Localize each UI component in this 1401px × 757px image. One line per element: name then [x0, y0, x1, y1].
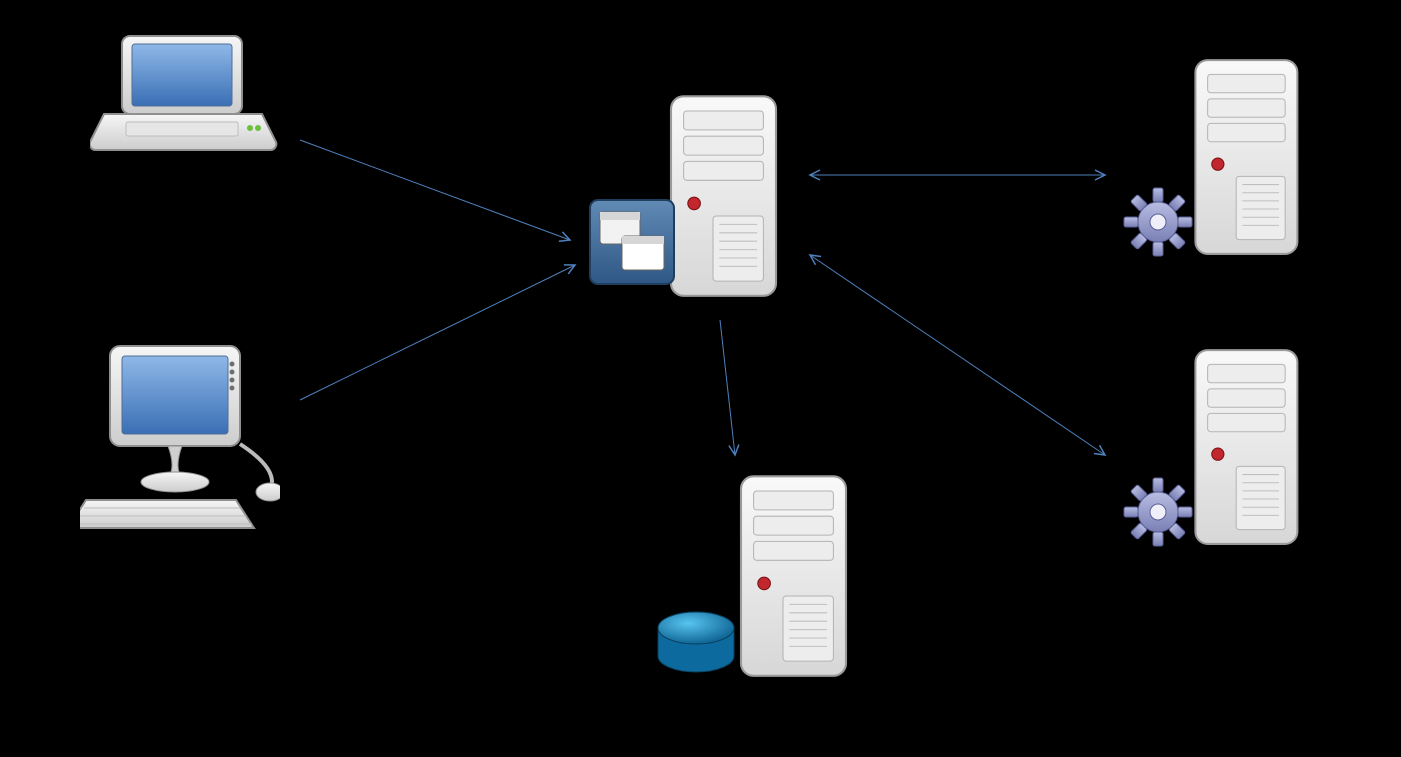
server-gear-icon	[1120, 50, 1320, 270]
network-diagram	[0, 0, 1401, 757]
app-server	[580, 80, 800, 310]
connection-laptop_client-app_server	[300, 140, 570, 240]
connection-app_server-backend_server_2	[810, 255, 1105, 455]
desktop-client	[80, 340, 280, 540]
connection-desktop_client-app_server	[300, 265, 575, 400]
server-db-icon	[650, 460, 870, 690]
server-gear-icon	[1120, 340, 1320, 560]
db-server	[650, 460, 870, 690]
backend-server-2	[1120, 340, 1320, 560]
server-app-icon	[580, 80, 800, 310]
laptop-client	[90, 30, 280, 170]
connection-app_server-db_server	[720, 320, 735, 455]
laptop-icon	[90, 30, 280, 170]
backend-server-1	[1120, 50, 1320, 270]
desktop-icon	[80, 340, 280, 540]
